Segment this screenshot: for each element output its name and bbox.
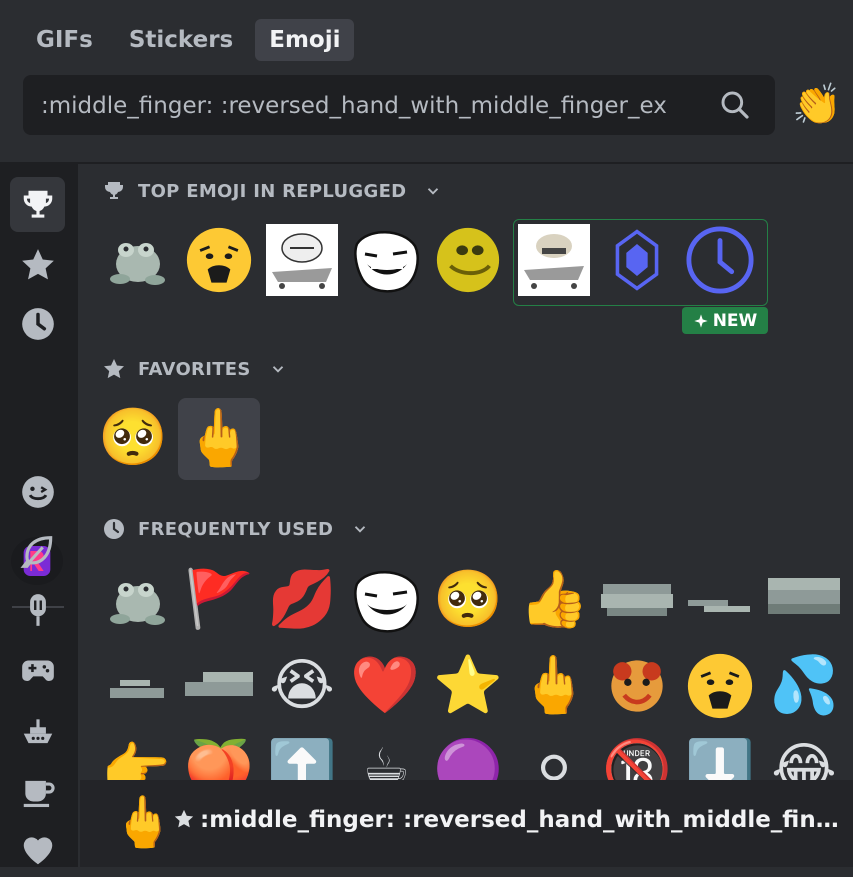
- emoji-no-under-18[interactable]: 🔞: [601, 734, 673, 780]
- star-icon: [104, 359, 124, 379]
- emoji-trollface-cart[interactable]: [266, 224, 338, 296]
- section-title: FAVORITES: [138, 358, 251, 380]
- emoji-pleading-face[interactable]: 🥺: [97, 402, 169, 474]
- emoji-yellow-blob[interactable]: [432, 224, 504, 296]
- clock-icon[interactable]: [10, 296, 65, 351]
- emoji-pleading-face[interactable]: 🥺: [432, 564, 504, 636]
- emoji-blur-b[interactable]: [684, 564, 756, 636]
- new-badge: NEW: [682, 307, 768, 334]
- section-header-frequently-used[interactable]: FREQUENTLY USED: [102, 517, 369, 541]
- emoji-frog[interactable]: [100, 564, 172, 636]
- emoji-thumbs-up[interactable]: 👍: [518, 564, 590, 636]
- tab-gifs[interactable]: GIFs: [22, 19, 107, 61]
- clock-icon: [104, 519, 124, 539]
- coffee-icon[interactable]: [10, 764, 65, 819]
- sparkle-icon: [694, 313, 708, 328]
- emoji-clown[interactable]: [601, 650, 673, 722]
- trophy-icon[interactable]: [10, 177, 65, 232]
- tab-stickers[interactable]: Stickers: [115, 19, 247, 61]
- emoji-skull-cart[interactable]: [518, 224, 590, 296]
- heart-icon[interactable]: [10, 822, 65, 877]
- emoji-trollface[interactable]: [349, 224, 421, 296]
- category-sidebar: [0, 164, 78, 867]
- chevron-down-icon: [272, 366, 283, 373]
- emoji-loudly-crying[interactable]: 😭: [266, 650, 338, 722]
- new-badge-label: NEW: [712, 310, 758, 331]
- tab-bar: GIFs Stickers Emoji: [22, 19, 355, 61]
- emoji-up-arrow[interactable]: ⬆️: [266, 734, 338, 780]
- emoji-moai-face[interactable]: [183, 224, 255, 296]
- emoji-preview-footer: 🖕 :middle_finger: :reversed_hand_with_mi…: [80, 780, 853, 867]
- emoji-crystal[interactable]: [601, 224, 673, 296]
- picker-header: GIFs Stickers Emoji 👏: [0, 0, 853, 164]
- gamepad-icon[interactable]: [10, 642, 65, 697]
- emoji-blur-d[interactable]: [100, 650, 172, 722]
- leaf-icon[interactable]: [10, 524, 65, 579]
- section-title: FREQUENTLY USED: [138, 518, 334, 540]
- emoji-grid: TOP EMOJI IN REPLUGGED NEW FAVORITES 🥺 🖕: [80, 164, 853, 780]
- emoji-trollface[interactable]: [349, 564, 421, 636]
- emoji-moai-face[interactable]: [684, 650, 756, 722]
- section-header-top-emoji[interactable]: TOP EMOJI IN REPLUGGED: [102, 179, 442, 203]
- popsicle-icon[interactable]: [10, 582, 65, 637]
- emoji-pointing-right[interactable]: 👉: [100, 734, 172, 780]
- search-input[interactable]: [39, 75, 693, 137]
- section-header-favorites[interactable]: FAVORITES: [102, 357, 287, 381]
- chevron-down-icon: [428, 188, 439, 195]
- trophy-icon: [105, 182, 123, 199]
- smile-icon[interactable]: [10, 464, 65, 519]
- emoji-clock[interactable]: [684, 224, 756, 296]
- emoji-tears-of-joy[interactable]: 😂: [768, 734, 840, 780]
- emoji-red-flag[interactable]: 🚩: [183, 564, 255, 636]
- chevron-down-icon: [355, 526, 366, 533]
- section-title: TOP EMOJI IN REPLUGGED: [138, 180, 407, 202]
- emoji-kiss-lips[interactable]: 💋: [266, 564, 338, 636]
- preview-emoji-name: :middle_finger: :reversed_hand_with_midd…: [200, 807, 840, 833]
- emoji-blur-a[interactable]: [601, 564, 673, 636]
- emoji-peach[interactable]: 🍑: [183, 734, 255, 780]
- tab-emoji[interactable]: Emoji: [255, 19, 355, 61]
- emoji-middle-finger[interactable]: 🖕: [178, 398, 260, 480]
- search-box: [23, 75, 775, 137]
- emoji-down-arrow[interactable]: ⬇️: [684, 734, 756, 780]
- star-icon[interactable]: [10, 237, 65, 292]
- ship-icon[interactable]: [10, 704, 65, 759]
- emoji-blur-c[interactable]: [768, 564, 840, 636]
- search-icon[interactable]: [719, 89, 751, 121]
- emoji-sweat-droplets[interactable]: 💦: [768, 650, 840, 722]
- emoji-star[interactable]: ⭐: [432, 650, 504, 722]
- emoji-purple-circle[interactable]: 🟣: [432, 734, 504, 780]
- preview-emoji: 🖕: [112, 793, 175, 851]
- emoji-middle-finger[interactable]: 🖕: [518, 650, 590, 722]
- skin-tone-selector[interactable]: 👏: [792, 80, 842, 130]
- emoji-frog[interactable]: [100, 224, 172, 296]
- emoji-white-circle[interactable]: ⚪: [518, 734, 590, 780]
- emoji-red-heart[interactable]: ❤️: [349, 650, 421, 722]
- emoji-hot-beverage[interactable]: ☕: [349, 734, 421, 780]
- star-icon[interactable]: [173, 808, 195, 830]
- emoji-blur-e[interactable]: [183, 650, 255, 722]
